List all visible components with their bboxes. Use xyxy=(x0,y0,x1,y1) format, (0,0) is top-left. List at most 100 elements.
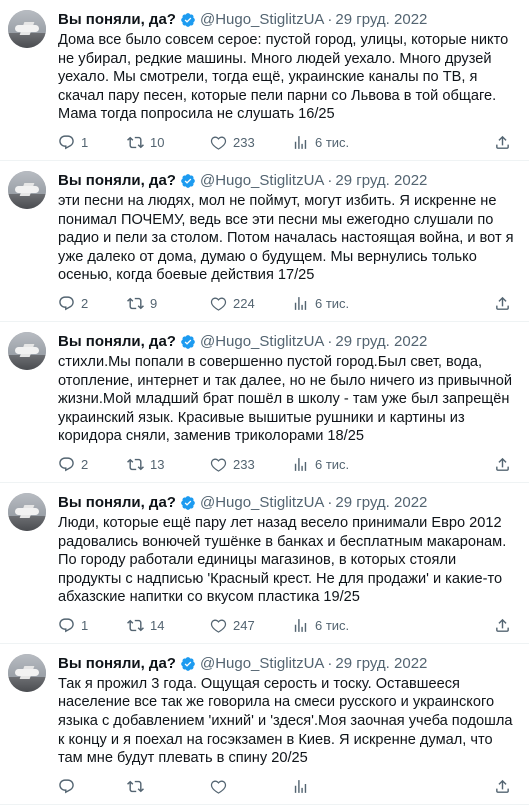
views-button[interactable] xyxy=(292,778,382,795)
tweet[interactable]: Вы поняли, да? @Hugo_StiglitzUA · 29 гру… xyxy=(0,161,529,322)
avatar[interactable] xyxy=(8,10,46,48)
views-button[interactable]: 6 тис. xyxy=(292,617,382,634)
like-button[interactable]: 233 xyxy=(210,456,292,473)
tweet-date[interactable]: 29 груд. 2022 xyxy=(335,171,427,191)
author-name[interactable]: Вы поняли, да? xyxy=(58,171,176,191)
tweet-date[interactable]: 29 груд. 2022 xyxy=(335,10,427,30)
retweet-icon xyxy=(127,459,144,471)
views-button[interactable]: 6 тис. xyxy=(292,456,382,473)
retweet-icon xyxy=(127,620,144,632)
retweet-button[interactable]: 9 xyxy=(127,295,210,312)
avatar[interactable] xyxy=(8,653,46,692)
like-button[interactable] xyxy=(210,778,292,795)
reply-icon xyxy=(59,618,74,633)
tweet-text: Так я прожил 3 года. Ощущая серость и то… xyxy=(58,675,513,767)
view-count: 6 тис. xyxy=(315,618,350,634)
avatar[interactable] xyxy=(8,170,46,209)
heart-icon xyxy=(210,619,227,634)
share-button[interactable] xyxy=(494,456,511,473)
heart-icon xyxy=(210,780,227,795)
view-count: 6 тис. xyxy=(315,296,350,312)
tweet[interactable]: Вы поняли, да? @Hugo_StiglitzUA · 29 гру… xyxy=(0,483,529,644)
tweet-actions: 2 9 224 6 тис. xyxy=(58,287,517,321)
like-button[interactable]: 233 xyxy=(210,134,292,151)
airplane-icon xyxy=(15,346,39,354)
retweet-icon xyxy=(127,781,144,793)
reply-button[interactable]: 1 xyxy=(58,617,127,634)
views-button[interactable]: 6 тис. xyxy=(292,295,382,312)
heart-icon xyxy=(210,297,227,312)
author-handle[interactable]: @Hugo_StiglitzUA xyxy=(200,493,324,513)
views-chart-icon xyxy=(294,458,307,472)
reply-count: 1 xyxy=(81,618,89,634)
share-icon xyxy=(496,458,509,472)
author-handle[interactable]: @Hugo_StiglitzUA xyxy=(200,10,324,30)
author-handle[interactable]: @Hugo_StiglitzUA xyxy=(200,654,324,674)
tweet-header: Вы поняли, да? @Hugo_StiglitzUA · 29 гру… xyxy=(58,332,517,352)
reply-button[interactable] xyxy=(58,778,127,795)
retweet-button[interactable] xyxy=(127,778,210,795)
tweet-feed: Вы поняли, да? @Hugo_StiglitzUA · 29 гру… xyxy=(0,0,529,805)
reply-icon xyxy=(59,296,74,311)
tweet-text: Люди, которые ещё пару лет назад весело … xyxy=(58,514,507,606)
share-button[interactable] xyxy=(494,617,511,634)
author-name[interactable]: Вы поняли, да? xyxy=(58,332,176,352)
retweet-icon xyxy=(127,298,144,310)
tweet-actions: 2 13 233 6 тис. xyxy=(58,448,517,482)
views-chart-icon xyxy=(294,619,307,633)
author-name[interactable]: Вы поняли, да? xyxy=(58,10,176,30)
airplane-icon xyxy=(15,507,39,515)
tweet-actions: 1 14 247 6 тис. xyxy=(58,609,517,643)
reply-icon xyxy=(59,457,74,472)
tweet-actions: 1 10 233 6 тис. xyxy=(58,126,517,160)
separator-dot: · xyxy=(327,493,333,511)
views-chart-icon xyxy=(294,136,307,150)
tweet[interactable]: Вы поняли, да? @Hugo_StiglitzUA · 29 гру… xyxy=(0,0,529,161)
reply-count: 2 xyxy=(81,457,89,473)
tweet[interactable]: Вы поняли, да? @Hugo_StiglitzUA · 29 гру… xyxy=(0,644,529,805)
like-count: 233 xyxy=(233,135,255,151)
retweet-count: 9 xyxy=(150,296,158,312)
verified-badge-icon xyxy=(181,13,195,27)
avatar[interactable] xyxy=(8,492,46,531)
tweet-date[interactable]: 29 груд. 2022 xyxy=(335,493,427,513)
views-button[interactable]: 6 тис. xyxy=(292,134,382,151)
like-button[interactable]: 224 xyxy=(210,295,292,312)
retweet-button[interactable]: 10 xyxy=(127,134,210,151)
retweet-icon xyxy=(127,137,144,149)
tweet-date[interactable]: 29 груд. 2022 xyxy=(335,332,427,352)
share-button[interactable] xyxy=(494,295,511,312)
tweet-header: Вы поняли, да? @Hugo_StiglitzUA · 29 гру… xyxy=(58,493,517,513)
heart-icon xyxy=(210,136,227,151)
verified-badge-icon xyxy=(181,174,195,188)
author-handle[interactable]: @Hugo_StiglitzUA xyxy=(200,332,324,352)
retweet-button[interactable]: 13 xyxy=(127,456,210,473)
verified-badge-icon xyxy=(181,496,195,510)
retweet-count: 14 xyxy=(150,618,165,634)
tweet-actions xyxy=(58,770,517,804)
reply-button[interactable]: 1 xyxy=(58,134,127,151)
share-button[interactable] xyxy=(494,778,511,795)
tweet-date[interactable]: 29 груд. 2022 xyxy=(335,654,427,674)
share-button[interactable] xyxy=(494,134,511,151)
reply-count: 1 xyxy=(81,135,89,151)
views-chart-icon xyxy=(294,780,307,794)
tweet-header: Вы поняли, да? @Hugo_StiglitzUA · 29 гру… xyxy=(58,654,517,674)
author-handle[interactable]: @Hugo_StiglitzUA xyxy=(200,171,324,191)
reply-button[interactable]: 2 xyxy=(58,456,127,473)
tweet-text: Дома все было совсем серое: пустой город… xyxy=(58,32,509,123)
airplane-icon xyxy=(15,668,39,676)
reply-button[interactable]: 2 xyxy=(58,295,127,312)
separator-dot: · xyxy=(327,171,333,189)
author-name[interactable]: Вы поняли, да? xyxy=(58,493,176,513)
tweet[interactable]: Вы поняли, да? @Hugo_StiglitzUA · 29 гру… xyxy=(0,322,529,483)
reply-icon xyxy=(59,135,74,150)
avatar[interactable] xyxy=(8,331,46,370)
separator-dot: · xyxy=(327,654,333,672)
like-button[interactable]: 247 xyxy=(210,617,292,634)
reply-count: 2 xyxy=(81,296,89,312)
views-chart-icon xyxy=(294,297,307,311)
author-name[interactable]: Вы поняли, да? xyxy=(58,654,176,674)
verified-badge-icon xyxy=(181,335,195,349)
retweet-button[interactable]: 14 xyxy=(127,617,210,634)
